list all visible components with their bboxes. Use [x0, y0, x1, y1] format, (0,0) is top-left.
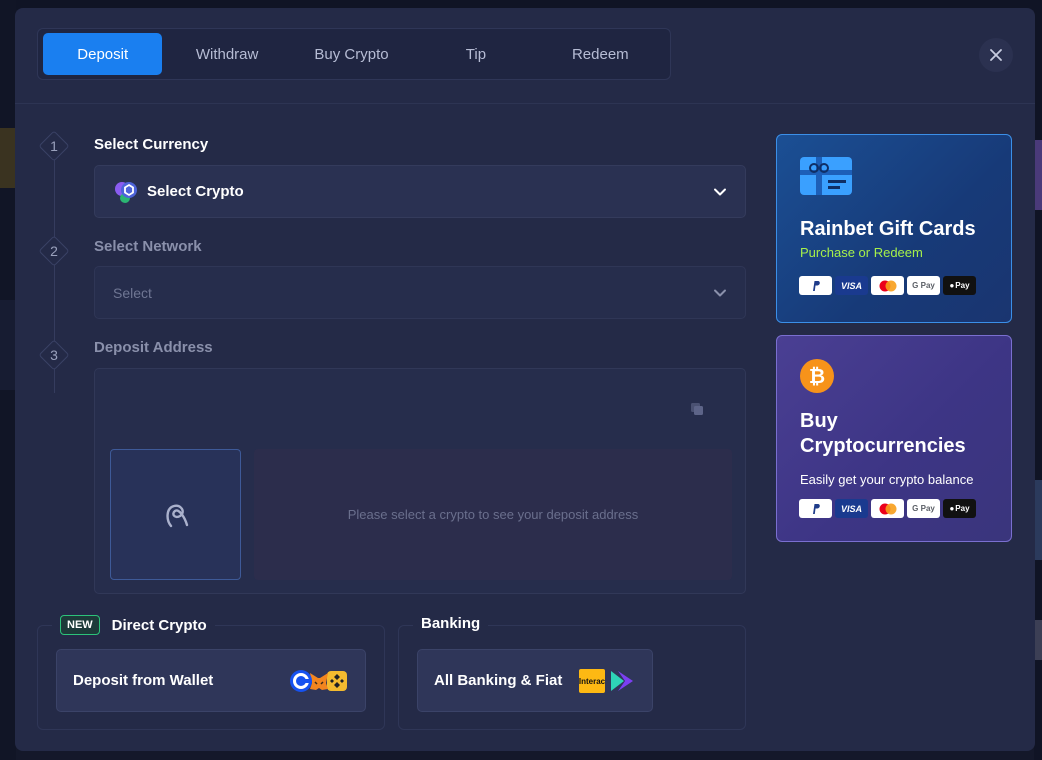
gift-cards-title: Rainbet Gift Cards	[800, 218, 976, 240]
apple-pay-icon: ● Pay	[943, 499, 976, 518]
step-badge-3: 3	[38, 339, 70, 371]
tab-buy-crypto[interactable]: Buy Crypto	[292, 33, 411, 75]
step-badge-1: 1	[38, 130, 70, 162]
deposit-address-panel: Please select a crypto to see your depos…	[94, 368, 746, 594]
google-pay-icon: G Pay	[907, 276, 940, 295]
background-right-edge	[1034, 0, 1042, 760]
chevron-down-icon	[714, 289, 726, 296]
buy-crypto-title-line1: Buy	[800, 410, 838, 432]
mastercard-icon	[871, 276, 904, 295]
new-badge: NEW	[60, 615, 100, 635]
header-divider	[15, 103, 1035, 104]
select-currency-label: Select Currency	[94, 136, 209, 153]
background-thumbnail	[1034, 480, 1042, 560]
close-icon	[990, 49, 1002, 61]
apple-icon: ●	[949, 504, 955, 513]
apple-pay-text: Pay	[955, 281, 970, 290]
tab-tip[interactable]: Tip	[416, 33, 535, 75]
background-thumbnail	[1034, 620, 1042, 660]
buy-crypto-title-line2: Cryptocurrencies	[800, 435, 966, 457]
network-select-placeholder: Select	[113, 284, 152, 301]
deposit-address-placeholder: Please select a crypto to see your depos…	[254, 449, 732, 580]
mastercard-icon	[871, 499, 904, 518]
google-pay-icon: G Pay	[907, 499, 940, 518]
apple-pay-text: Pay	[955, 504, 970, 513]
deposit-address-label: Deposit Address	[94, 339, 213, 356]
background-left-edge	[0, 0, 16, 760]
tab-redeem[interactable]: Redeem	[541, 33, 660, 75]
wallet-tabs: Deposit Withdraw Buy Crypto Tip Redeem	[37, 28, 671, 80]
coinbase-icon	[290, 669, 312, 692]
interac-icon: Interac	[579, 668, 606, 693]
wallet-modal: Deposit Withdraw Buy Crypto Tip Redeem 1…	[15, 8, 1035, 751]
banking-heading: Banking	[413, 615, 489, 632]
background-thumbnail	[1034, 140, 1042, 210]
step-number: 2	[50, 243, 58, 259]
deposit-qr-code	[110, 449, 241, 580]
buy-crypto-payment-methods: VISA G Pay ● Pay	[799, 499, 979, 518]
skrill-icon	[611, 670, 633, 691]
bitcoin-icon: ₿	[800, 359, 834, 393]
gift-cards-subtitle: Purchase or Redeem	[800, 245, 923, 260]
paypal-icon	[799, 276, 832, 295]
interac-text: Interac	[579, 677, 606, 686]
buy-crypto-card[interactable]: ₿ Buy Cryptocurrencies Easily get your c…	[776, 335, 1012, 542]
tab-deposit[interactable]: Deposit	[43, 33, 163, 75]
buy-crypto-subtitle: Easily get your crypto balance	[800, 472, 974, 487]
apple-pay-icon: ● Pay	[943, 276, 976, 295]
all-banking-fiat-button[interactable]: All Banking & Fiat Interac	[417, 649, 653, 712]
gift-card-icon	[800, 157, 852, 195]
background-panel	[0, 300, 16, 390]
svg-text:₿: ₿	[809, 366, 825, 388]
direct-crypto-section: NEW Direct Crypto Deposit from Wallet	[37, 615, 385, 730]
banking-section: Banking All Banking & Fiat Interac	[398, 615, 746, 730]
crypto-coins-icon	[115, 181, 137, 203]
gift-cards-payment-methods: VISA G Pay ● Pay	[799, 276, 979, 295]
background-thumbnail	[0, 128, 16, 188]
visa-icon: VISA	[835, 276, 868, 295]
currency-select[interactable]: Select Crypto	[94, 165, 746, 218]
currency-select-value: Select Crypto	[147, 183, 244, 200]
copy-icon[interactable]	[690, 402, 704, 416]
network-select[interactable]: Select	[94, 266, 746, 319]
apple-icon: ●	[949, 281, 955, 290]
step-number: 3	[50, 347, 58, 363]
visa-icon: VISA	[835, 499, 868, 518]
rainbet-logo-icon	[165, 504, 188, 527]
direct-crypto-title: Direct Crypto	[111, 616, 207, 634]
gift-cards-card[interactable]: Rainbet Gift Cards Purchase or Redeem VI…	[776, 134, 1012, 323]
deposit-from-wallet-button[interactable]: Deposit from Wallet	[56, 649, 366, 712]
direct-crypto-heading: NEW Direct Crypto	[52, 615, 215, 635]
select-network-label: Select Network	[94, 238, 202, 255]
tab-withdraw[interactable]: Withdraw	[167, 33, 286, 75]
step-number: 1	[50, 138, 58, 154]
step-badge-2: 2	[38, 235, 70, 267]
paypal-icon	[799, 499, 832, 518]
close-button[interactable]	[979, 38, 1013, 72]
chevron-down-icon	[714, 188, 726, 195]
deposit-from-wallet-label: Deposit from Wallet	[73, 672, 214, 689]
all-banking-fiat-label: All Banking & Fiat	[434, 672, 563, 689]
